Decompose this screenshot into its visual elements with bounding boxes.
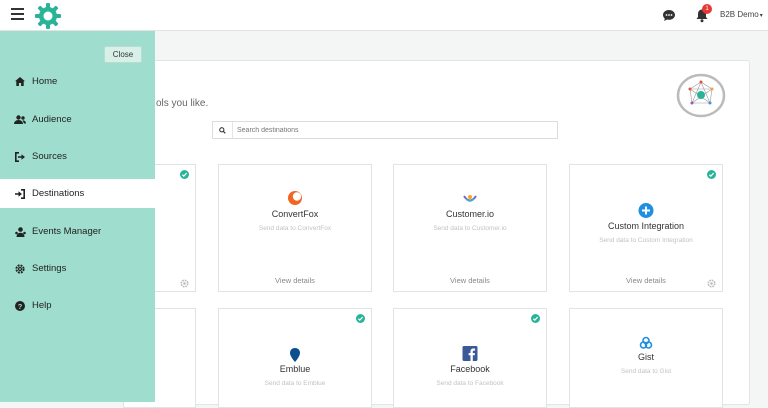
plus-circle-icon [638,203,654,218]
gear-icon[interactable] [180,279,189,288]
sign-out-icon [14,188,26,200]
top-bar: 1 B2B Demo▾ [0,0,768,31]
search-button[interactable] [213,122,233,138]
sidebar: Close Home Audience Sources Destinations… [0,31,155,402]
check-circle-icon [180,170,189,179]
users-icon [14,114,26,126]
search-input[interactable] [237,124,547,136]
gear-icon[interactable] [707,279,716,288]
chevron-down-icon: ▾ [759,13,763,19]
card-description: Send data to ConvertFox [258,225,332,232]
destination-card[interactable]: Custom Integration Send data to Custom I… [569,164,723,292]
sidebar-item-audience[interactable]: Audience [0,105,155,134]
convertfox-icon [288,191,302,205]
destination-card[interactable]: Facebook Send data to Facebook [393,308,547,408]
search-icon [219,126,226,134]
card-name: Gist [637,352,654,362]
hub-network-icon[interactable] [676,73,726,118]
destination-card[interactable]: Customer.io Send data to Customer.io Vie… [393,164,547,292]
destination-card[interactable]: ConvertFox Send data to ConvertFox View … [218,164,372,292]
sidebar-item-label: Destinations [32,188,85,199]
check-circle-icon [356,314,365,323]
svg-text:?: ? [18,301,23,310]
notification-badge: 1 [702,4,712,14]
card-description: Send data to Facebook [436,380,504,387]
destination-card[interactable]: Emblue Send data to Emblue [218,308,372,408]
gist-icon [639,336,653,349]
sidebar-item-home[interactable]: Home [0,67,155,96]
view-details-link[interactable]: View details [219,276,371,285]
user-menu[interactable]: B2B Demo▾ [720,10,763,19]
intro-text: ols you like. [156,98,209,109]
card-name: Facebook [450,364,490,374]
card-description: Send data to Customer.io [433,225,507,232]
view-details-link[interactable]: View details [394,276,546,285]
close-button[interactable]: Close [104,46,142,63]
view-details-link[interactable]: View details [570,276,722,285]
sidebar-item-label: Sources [32,151,67,162]
card-name: ConvertFox [271,209,319,219]
gear-icon [14,263,26,275]
card-name: Customer.io [445,209,495,219]
check-circle-icon [531,314,540,323]
card-name: Custom Integration [607,221,685,231]
sidebar-item-destinations[interactable]: Destinations [0,179,155,208]
card-description: Send data to Emblue [264,380,326,387]
search-box [212,121,558,139]
sidebar-item-events-manager[interactable]: Events Manager [0,217,155,246]
chat-icon[interactable] [662,9,676,22]
sidebar-item-sources[interactable]: Sources [0,142,155,171]
user-name: B2B Demo [720,10,759,19]
question-icon: ? [14,300,26,312]
user-group-icon [14,226,26,238]
gear-logo-icon[interactable] [34,2,62,30]
sidebar-item-label: Settings [32,263,67,274]
card-description: Send data to Gist [620,368,672,375]
sidebar-item-label: Help [32,300,52,311]
sign-in-icon [14,151,26,163]
check-circle-icon [707,170,716,179]
facebook-icon [462,346,478,361]
sidebar-item-label: Audience [32,114,72,125]
sidebar-item-label: Home [32,76,58,87]
card-description: Send data to Custom Integration [599,237,693,244]
sidebar-item-label: Events Manager [32,226,102,237]
destination-card[interactable]: Gist Send data to Gist [569,308,723,408]
customerio-icon [463,195,477,202]
sidebar-item-help[interactable]: ? Help [0,291,155,320]
home-icon [14,76,26,88]
card-name: Emblue [279,364,311,374]
emblue-icon [290,348,300,362]
hamburger-icon[interactable] [11,8,24,22]
sidebar-item-settings[interactable]: Settings [0,254,155,283]
